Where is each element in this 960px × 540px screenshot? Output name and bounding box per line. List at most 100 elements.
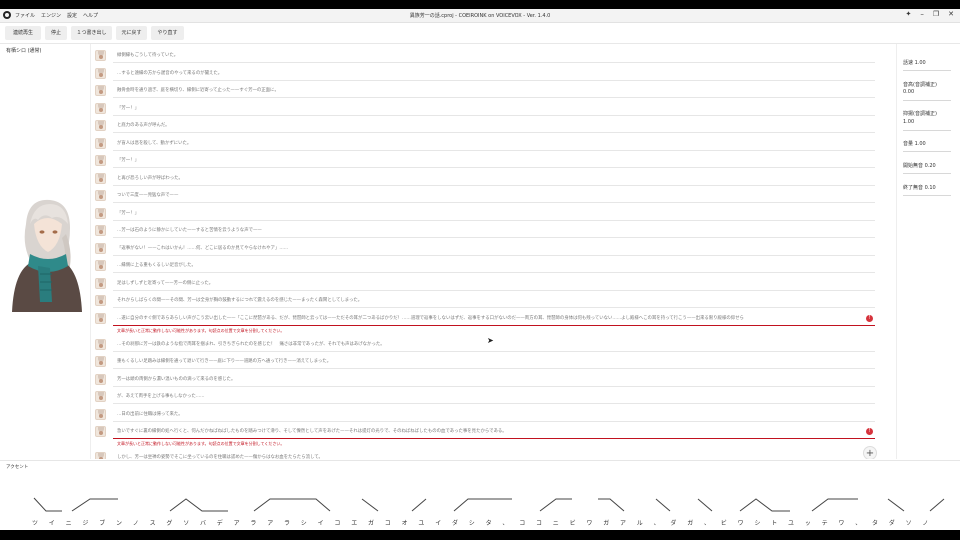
script-row[interactable]: それからしばらくの間——その間、芳一は全身が胸の鼓動するにつれて震えるのを感じた… bbox=[91, 292, 881, 308]
mora-label[interactable]: ガ bbox=[603, 518, 609, 527]
script-row-text[interactable]: …その刹那に芳一は鉄のような指で両耳を掴まれ、引きちぎられたのを感じた！ 痛さは… bbox=[117, 341, 872, 347]
mora-label[interactable]: イ bbox=[318, 518, 324, 527]
script-row-text[interactable]: 急いですぐに裏の縁側の処へ行くと、何んだかねばねばしたものを踏みつけて滑り、そし… bbox=[117, 428, 872, 434]
mora-label[interactable]: ブ bbox=[99, 518, 105, 527]
close-icon[interactable]: ✕ bbox=[948, 10, 954, 18]
character-avatar-icon[interactable] bbox=[95, 373, 106, 385]
script-row-text[interactable]: 芳一は頭の両側から濃い温いものの滴って来るのを感じた。 bbox=[117, 376, 872, 382]
character-avatar-icon[interactable] bbox=[95, 207, 106, 219]
mora-label[interactable]: コ bbox=[519, 518, 525, 527]
script-row[interactable]: が盲人は息を殺して、動かずにいた。 bbox=[91, 135, 881, 151]
mora-label[interactable]: バ bbox=[200, 518, 206, 527]
mora-label[interactable]: ニ bbox=[66, 518, 72, 527]
script-row-text[interactable]: しかし、芳一は坐禅の姿勢でそこに坐っているのを住職は認めた——傷からはなお血をた… bbox=[117, 454, 872, 459]
script-row-text[interactable]: ついで三度——兇猛な声で—— bbox=[117, 192, 872, 198]
export-one-button[interactable]: １つ書き出し bbox=[71, 26, 112, 40]
mora-label[interactable]: 、 bbox=[855, 518, 861, 527]
mora-label[interactable]: 、 bbox=[704, 518, 710, 527]
pre-silence-slider[interactable] bbox=[903, 173, 951, 174]
mora-label[interactable]: コ bbox=[385, 518, 391, 527]
script-row-text[interactable]: 「返事がない！——これはいかん！……何、どこに居るのか見てやらなけれやア」…… bbox=[117, 245, 872, 251]
mora-label[interactable]: オ bbox=[402, 518, 408, 527]
script-row-text[interactable]: 重もくるしい足踏みは縁側を通って退いて行き——庭に下り——道路の方へ通って行き—… bbox=[117, 358, 872, 364]
mora-label[interactable]: ソ bbox=[906, 518, 912, 527]
mora-label[interactable]: ダ bbox=[452, 518, 458, 527]
pitch-param[interactable]: 音高(音調補正) bbox=[903, 81, 937, 88]
mora-label[interactable]: 、 bbox=[654, 518, 660, 527]
character-avatar-icon[interactable] bbox=[95, 356, 106, 367]
script-row-text[interactable]: が盲人は息を殺して、動かずにいた。 bbox=[117, 140, 872, 146]
post-silence-param[interactable]: 終了無音 0.10 bbox=[903, 184, 936, 191]
script-row-text[interactable]: 「芳一！」 bbox=[117, 105, 872, 111]
character-avatar-icon[interactable] bbox=[95, 120, 106, 131]
mora-label[interactable]: イ bbox=[435, 518, 441, 527]
mora-label[interactable]: ビ bbox=[721, 518, 727, 527]
script-row[interactable]: …遂に自分のすぐ側であらあらしい声がこう云い出した——「ここに琵琶がある、だが、… bbox=[91, 310, 881, 326]
mora-label[interactable]: ル bbox=[637, 518, 643, 527]
character-avatar-icon[interactable] bbox=[95, 67, 106, 79]
mora-label[interactable]: ユ bbox=[788, 518, 794, 527]
mora-label[interactable]: ッ bbox=[805, 518, 811, 527]
undo-button[interactable]: 元に戻す bbox=[116, 26, 147, 40]
script-row[interactable]: 芳一は頭の両側から濃い温いものの滴って来るのを感じた。 bbox=[91, 371, 881, 387]
script-row[interactable]: 緑側縁もごうして待っていた。 bbox=[91, 47, 881, 63]
play-continuously-button[interactable]: 連続再生 bbox=[5, 26, 41, 40]
character-avatar-icon[interactable] bbox=[95, 50, 106, 61]
mora-label[interactable]: ガ bbox=[687, 518, 693, 527]
intonation-param[interactable]: 抑揚(音調補正) bbox=[903, 110, 937, 117]
script-row[interactable]: 蝕骨会時を通り過ぎ、庭を横切り、縁側に近寄って止った——すぐ芳一の正面に。 bbox=[91, 82, 881, 98]
maximize-icon[interactable]: ❐ bbox=[933, 10, 939, 18]
script-row-text[interactable]: が、あえて両手を上げる事もしなかった…… bbox=[117, 393, 872, 399]
mora-label[interactable]: グ bbox=[166, 518, 172, 527]
mora-label[interactable]: ア bbox=[267, 518, 273, 527]
script-row-text[interactable]: 蝕骨会時を通り過ぎ、庭を横切り、縁側に近寄って止った——すぐ芳一の正面に。 bbox=[117, 87, 872, 93]
volume-param[interactable]: 音量 1.00 bbox=[903, 140, 926, 147]
mora-label[interactable]: タ bbox=[872, 518, 878, 527]
speed-slider[interactable] bbox=[903, 70, 951, 71]
script-row-text[interactable]: 「芳一！」 bbox=[117, 157, 872, 163]
character-avatar-icon[interactable] bbox=[95, 391, 106, 402]
script-row[interactable]: 「返事がない！——これはいかん！……何、どこに居るのか見てやらなけれやア」…… bbox=[91, 240, 881, 256]
script-row[interactable]: 急いですぐに裏の縁側の処へ行くと、何んだかねばねばしたものを踏みつけて滑り、そし… bbox=[91, 423, 881, 439]
pin-icon[interactable]: ✦ bbox=[905, 10, 911, 18]
character-avatar-icon[interactable] bbox=[95, 426, 106, 437]
mora-label[interactable]: ツ bbox=[32, 518, 38, 527]
mora-label[interactable]: コ bbox=[536, 518, 542, 527]
mora-label[interactable]: ビ bbox=[570, 518, 576, 527]
script-row[interactable]: …すると遠縁の方から遅音のやって来るのが聞えた。 bbox=[91, 65, 881, 81]
mora-label[interactable]: コ bbox=[334, 518, 340, 527]
mora-label[interactable]: ス bbox=[150, 518, 156, 527]
script-row[interactable]: 重もくるしい足踏みは縁側を通って退いて行き——庭に下り——道路の方へ通って行き—… bbox=[91, 353, 881, 369]
mora-label[interactable]: ト bbox=[771, 518, 777, 527]
script-row[interactable]: 「芳一！」 bbox=[91, 100, 881, 116]
mora-label[interactable]: イ bbox=[49, 518, 55, 527]
mora-label[interactable]: ニ bbox=[553, 518, 559, 527]
mora-label[interactable]: デ bbox=[217, 518, 223, 527]
character-avatar-icon[interactable] bbox=[95, 85, 106, 96]
accent-graph[interactable] bbox=[0, 461, 960, 530]
speed-param[interactable]: 話速 1.00 bbox=[903, 59, 926, 66]
character-avatar-icon[interactable] bbox=[95, 277, 106, 289]
script-row[interactable]: 「芳一！」 bbox=[91, 152, 881, 168]
character-avatar-icon[interactable] bbox=[95, 338, 106, 350]
mora-label[interactable]: エ bbox=[351, 518, 357, 527]
mora-label[interactable]: シ bbox=[754, 518, 760, 527]
script-row[interactable]: 足はしずしずと近寄って——芳一の側に止った。 bbox=[91, 275, 881, 291]
script-row[interactable]: と再び恐ろしい声が呼ばわった。 bbox=[91, 170, 881, 186]
pre-silence-param[interactable]: 開始無音 0.20 bbox=[903, 162, 936, 169]
script-row-text[interactable]: と底力のある声が呼んだ。 bbox=[117, 122, 872, 128]
mora-label[interactable]: ダ bbox=[670, 518, 676, 527]
script-row[interactable]: …日の出前に住職は帰って来た。 bbox=[91, 406, 881, 422]
mora-label[interactable]: 、 bbox=[502, 518, 508, 527]
mora-label[interactable]: ジ bbox=[82, 518, 88, 527]
script-row[interactable]: しかし、芳一は坐禅の姿勢でそこに坐っているのを住職は認めた——傷からはなお血をた… bbox=[91, 449, 881, 459]
mora-label[interactable]: ン bbox=[116, 518, 122, 527]
character-avatar-icon[interactable] bbox=[95, 172, 106, 184]
script-row-text[interactable]: 足はしずしずと近寄って——芳一の側に止った。 bbox=[117, 280, 872, 286]
script-row-text[interactable]: …縁側に上る重もくるしい足音がした。 bbox=[117, 262, 872, 268]
character-avatar-icon[interactable] bbox=[95, 155, 106, 166]
mora-label[interactable]: ラ bbox=[250, 518, 256, 527]
script-row[interactable]: 「芳一！」 bbox=[91, 205, 881, 221]
mora-label[interactable]: ア bbox=[234, 518, 240, 527]
character-avatar-icon[interactable] bbox=[95, 452, 106, 459]
